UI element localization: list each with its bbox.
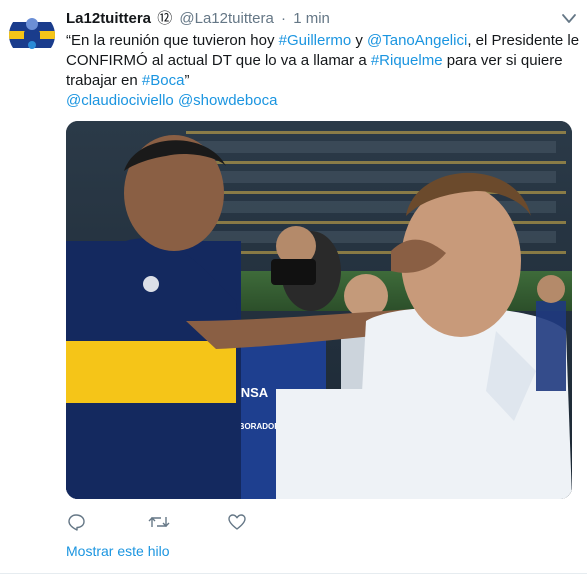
tweet-header: La12tuittera ⑫ @La12tuittera · 1 min [66,9,330,29]
heart-icon [227,514,247,536]
tweet-photo[interactable]: PRENSA COLABORADOR [66,121,572,499]
photo-illustration: PRENSA COLABORADOR [66,121,572,499]
avatar[interactable] [9,12,55,58]
reply-button[interactable] [66,512,88,534]
tweet-text-line: trabajar en #Boca” [66,71,571,91]
chevron-down-icon[interactable] [561,12,577,24]
mention-showdeboca[interactable]: @showdeboca [178,92,277,109]
hashtag-boca[interactable]: #Boca [142,72,185,89]
author-name[interactable]: La12tuittera [66,10,151,27]
text-segment: trabajar en [66,72,142,89]
tweet-text: “En la reunión que tuvieron hoy #Guiller… [66,31,579,111]
divider [0,573,587,574]
retweet-icon [148,517,170,536]
text-segment: “En la reunión que tuvieron hoy [66,32,279,49]
tweet-text-line: @claudiociviello @showdeboca [66,91,571,111]
tweet-time[interactable]: 1 min [293,10,330,27]
hashtag-riquelme[interactable]: #Riquelme [371,52,443,69]
separator: · [281,10,287,27]
author-handle[interactable]: @La12tuittera [179,10,273,27]
text-segment: , el Presidente le [467,32,580,49]
mention-tanoangelici[interactable]: @TanoAngelici [367,32,467,49]
text-segment: CONFIRMÓ al actual DT que lo va a llamar… [66,52,371,69]
reply-icon [66,514,86,536]
badge: ⑫ [157,10,173,27]
hashtag-guillermo[interactable]: #Guillermo [279,32,352,49]
text-segment: ” [184,72,190,89]
retweet-button[interactable] [148,512,170,534]
tweet[interactable]: La12tuittera ⑫ @La12tuittera · 1 min “En… [0,0,587,575]
text-segment: para ver si quiere [442,52,563,69]
show-thread-link[interactable]: Mostrar este hilo [66,541,169,561]
text-segment: y [351,32,368,49]
tweet-text-line: “En la reunión que tuvieron hoy #Guiller… [66,31,579,51]
like-button[interactable] [227,512,249,534]
mention-claudiociviello[interactable]: @claudiociviello [66,92,174,109]
tweet-text-line: CONFIRMÓ al actual DT que lo va a llamar… [66,51,571,71]
